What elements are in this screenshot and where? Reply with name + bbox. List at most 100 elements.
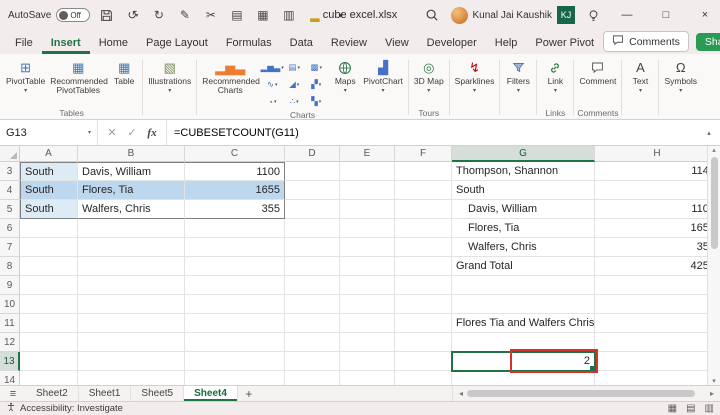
- cell-B5[interactable]: Walfers, Chris: [78, 200, 185, 219]
- sheet-tab-sheet5[interactable]: Sheet5: [131, 386, 184, 401]
- recommended-pivottables-button[interactable]: ▦Recommended PivotTables: [48, 56, 108, 96]
- cell-G9[interactable]: [452, 276, 595, 295]
- cell-A10[interactable]: [20, 295, 78, 314]
- column-header-C[interactable]: C: [185, 146, 285, 162]
- cell-H3[interactable]: 1140: [595, 162, 720, 181]
- cell-F11[interactable]: [395, 314, 452, 333]
- cell-H11[interactable]: [595, 314, 720, 333]
- row-header-8[interactable]: 8: [0, 257, 20, 276]
- cell-D6[interactable]: [285, 219, 340, 238]
- cell-A5[interactable]: South: [20, 200, 78, 219]
- column-header-E[interactable]: E: [340, 146, 395, 162]
- cell-F3[interactable]: [395, 162, 452, 181]
- cell-G10[interactable]: [452, 295, 595, 314]
- cell-B4[interactable]: Flores, Tia: [78, 181, 185, 200]
- cell-G6[interactable]: Flores, Tia: [452, 219, 595, 238]
- lightbulb-icon[interactable]: [584, 4, 603, 26]
- scroll-left-icon[interactable]: ◂: [455, 389, 467, 398]
- cell-H13[interactable]: [595, 352, 720, 371]
- cell-C10[interactable]: [185, 295, 285, 314]
- cell-B9[interactable]: [78, 276, 185, 295]
- combo-chart-button[interactable]: ▚▾: [305, 93, 327, 110]
- minimize-button[interactable]: —: [612, 0, 642, 30]
- cell-G8[interactable]: Grand Total: [452, 257, 595, 276]
- cell-H7[interactable]: 355: [595, 238, 720, 257]
- ribbon-tab-power-pivot[interactable]: Power Pivot: [526, 33, 603, 54]
- undo-icon[interactable]: ↺▾: [123, 4, 142, 26]
- cell-G4[interactable]: South: [452, 181, 595, 200]
- table-grid-icon[interactable]: ▦: [253, 4, 272, 26]
- cell-G3[interactable]: Thompson, Shannon: [452, 162, 595, 181]
- cell-G13[interactable]: 2: [452, 352, 595, 371]
- redo-icon[interactable]: ↻: [149, 4, 168, 26]
- sparklines-button[interactable]: ↯Sparklines▾: [453, 56, 497, 94]
- cell-D5[interactable]: [285, 200, 340, 219]
- share-button[interactable]: Share ▾: [696, 33, 720, 51]
- cell-G7[interactable]: Walfers, Chris: [452, 238, 595, 257]
- cell-C14[interactable]: [185, 371, 285, 385]
- cell-C12[interactable]: [185, 333, 285, 352]
- page-layout-view-icon[interactable]: ▤: [686, 403, 695, 414]
- ribbon-tab-developer[interactable]: Developer: [418, 33, 486, 54]
- column-header-H[interactable]: H: [595, 146, 720, 162]
- cell-E14[interactable]: [340, 371, 395, 385]
- cell-F9[interactable]: [395, 276, 452, 295]
- cell-D4[interactable]: [285, 181, 340, 200]
- horizontal-scroll-thumb[interactable]: [467, 390, 695, 397]
- cell-A6[interactable]: [20, 219, 78, 238]
- cell-A8[interactable]: [20, 257, 78, 276]
- row-header-12[interactable]: 12: [0, 333, 20, 352]
- ribbon-tab-formulas[interactable]: Formulas: [217, 33, 281, 54]
- cell-C6[interactable]: [185, 219, 285, 238]
- autosave-switch[interactable]: Off: [56, 8, 90, 22]
- ribbon-tab-view[interactable]: View: [376, 33, 418, 54]
- cell-E4[interactable]: [340, 181, 395, 200]
- row-header-9[interactable]: 9: [0, 276, 20, 295]
- cell-G12[interactable]: [452, 333, 595, 352]
- row-header-13[interactable]: 13: [0, 352, 20, 371]
- column-header-D[interactable]: D: [285, 146, 340, 162]
- recommended-charts-button[interactable]: ▂▅▃Recommended Charts: [200, 56, 260, 96]
- ribbon-tab-insert[interactable]: Insert: [42, 33, 90, 54]
- cell-E9[interactable]: [340, 276, 395, 295]
- row-header-11[interactable]: 11: [0, 314, 20, 333]
- ribbon-tab-help[interactable]: Help: [486, 33, 527, 54]
- table-button[interactable]: ▦Table: [109, 56, 139, 86]
- cell-B12[interactable]: [78, 333, 185, 352]
- text-button[interactable]: AText▾: [625, 56, 655, 94]
- ribbon-tab-page-layout[interactable]: Page Layout: [137, 33, 217, 54]
- insert-function-icon[interactable]: fx: [144, 127, 160, 139]
- account-chip[interactable]: Kunal Jai Kaushik KJ: [451, 6, 576, 24]
- row-header-14[interactable]: 14: [0, 371, 20, 385]
- column-header-B[interactable]: B: [78, 146, 185, 162]
- cell-E6[interactable]: [340, 219, 395, 238]
- cell-F14[interactable]: [395, 371, 452, 385]
- symbols-button[interactable]: ΩSymbols▾: [662, 56, 699, 94]
- vertical-scrollbar[interactable]: ▴ ▾: [707, 146, 720, 385]
- cell-B10[interactable]: [78, 295, 185, 314]
- cell-C13[interactable]: [185, 352, 285, 371]
- cell-A13[interactable]: [20, 352, 78, 371]
- cancel-icon[interactable]: ✕: [104, 126, 120, 139]
- cell-D7[interactable]: [285, 238, 340, 257]
- cell-D14[interactable]: [285, 371, 340, 385]
- cell-C4[interactable]: 1655: [185, 181, 285, 200]
- chart-icon[interactable]: ▥: [279, 4, 298, 26]
- scroll-up-icon[interactable]: ▴: [712, 146, 716, 154]
- scatter-chart-button[interactable]: ∴▾: [283, 93, 305, 110]
- cell-E12[interactable]: [340, 333, 395, 352]
- cell-F10[interactable]: [395, 295, 452, 314]
- row-header-6[interactable]: 6: [0, 219, 20, 238]
- scroll-down-icon[interactable]: ▾: [712, 377, 716, 385]
- ribbon-tab-home[interactable]: Home: [90, 33, 137, 54]
- cell-C3[interactable]: 1100: [185, 162, 285, 181]
- search-icon[interactable]: [423, 4, 442, 26]
- cell-C7[interactable]: [185, 238, 285, 257]
- cell-D8[interactable]: [285, 257, 340, 276]
- save-icon[interactable]: [97, 4, 116, 26]
- chevron-down-icon[interactable]: ▾: [88, 129, 91, 136]
- cell-F6[interactable]: [395, 219, 452, 238]
- all-sheets-icon[interactable]: ≡: [0, 386, 26, 401]
- ribbon-tab-file[interactable]: File: [6, 33, 42, 54]
- cell-B14[interactable]: [78, 371, 185, 385]
